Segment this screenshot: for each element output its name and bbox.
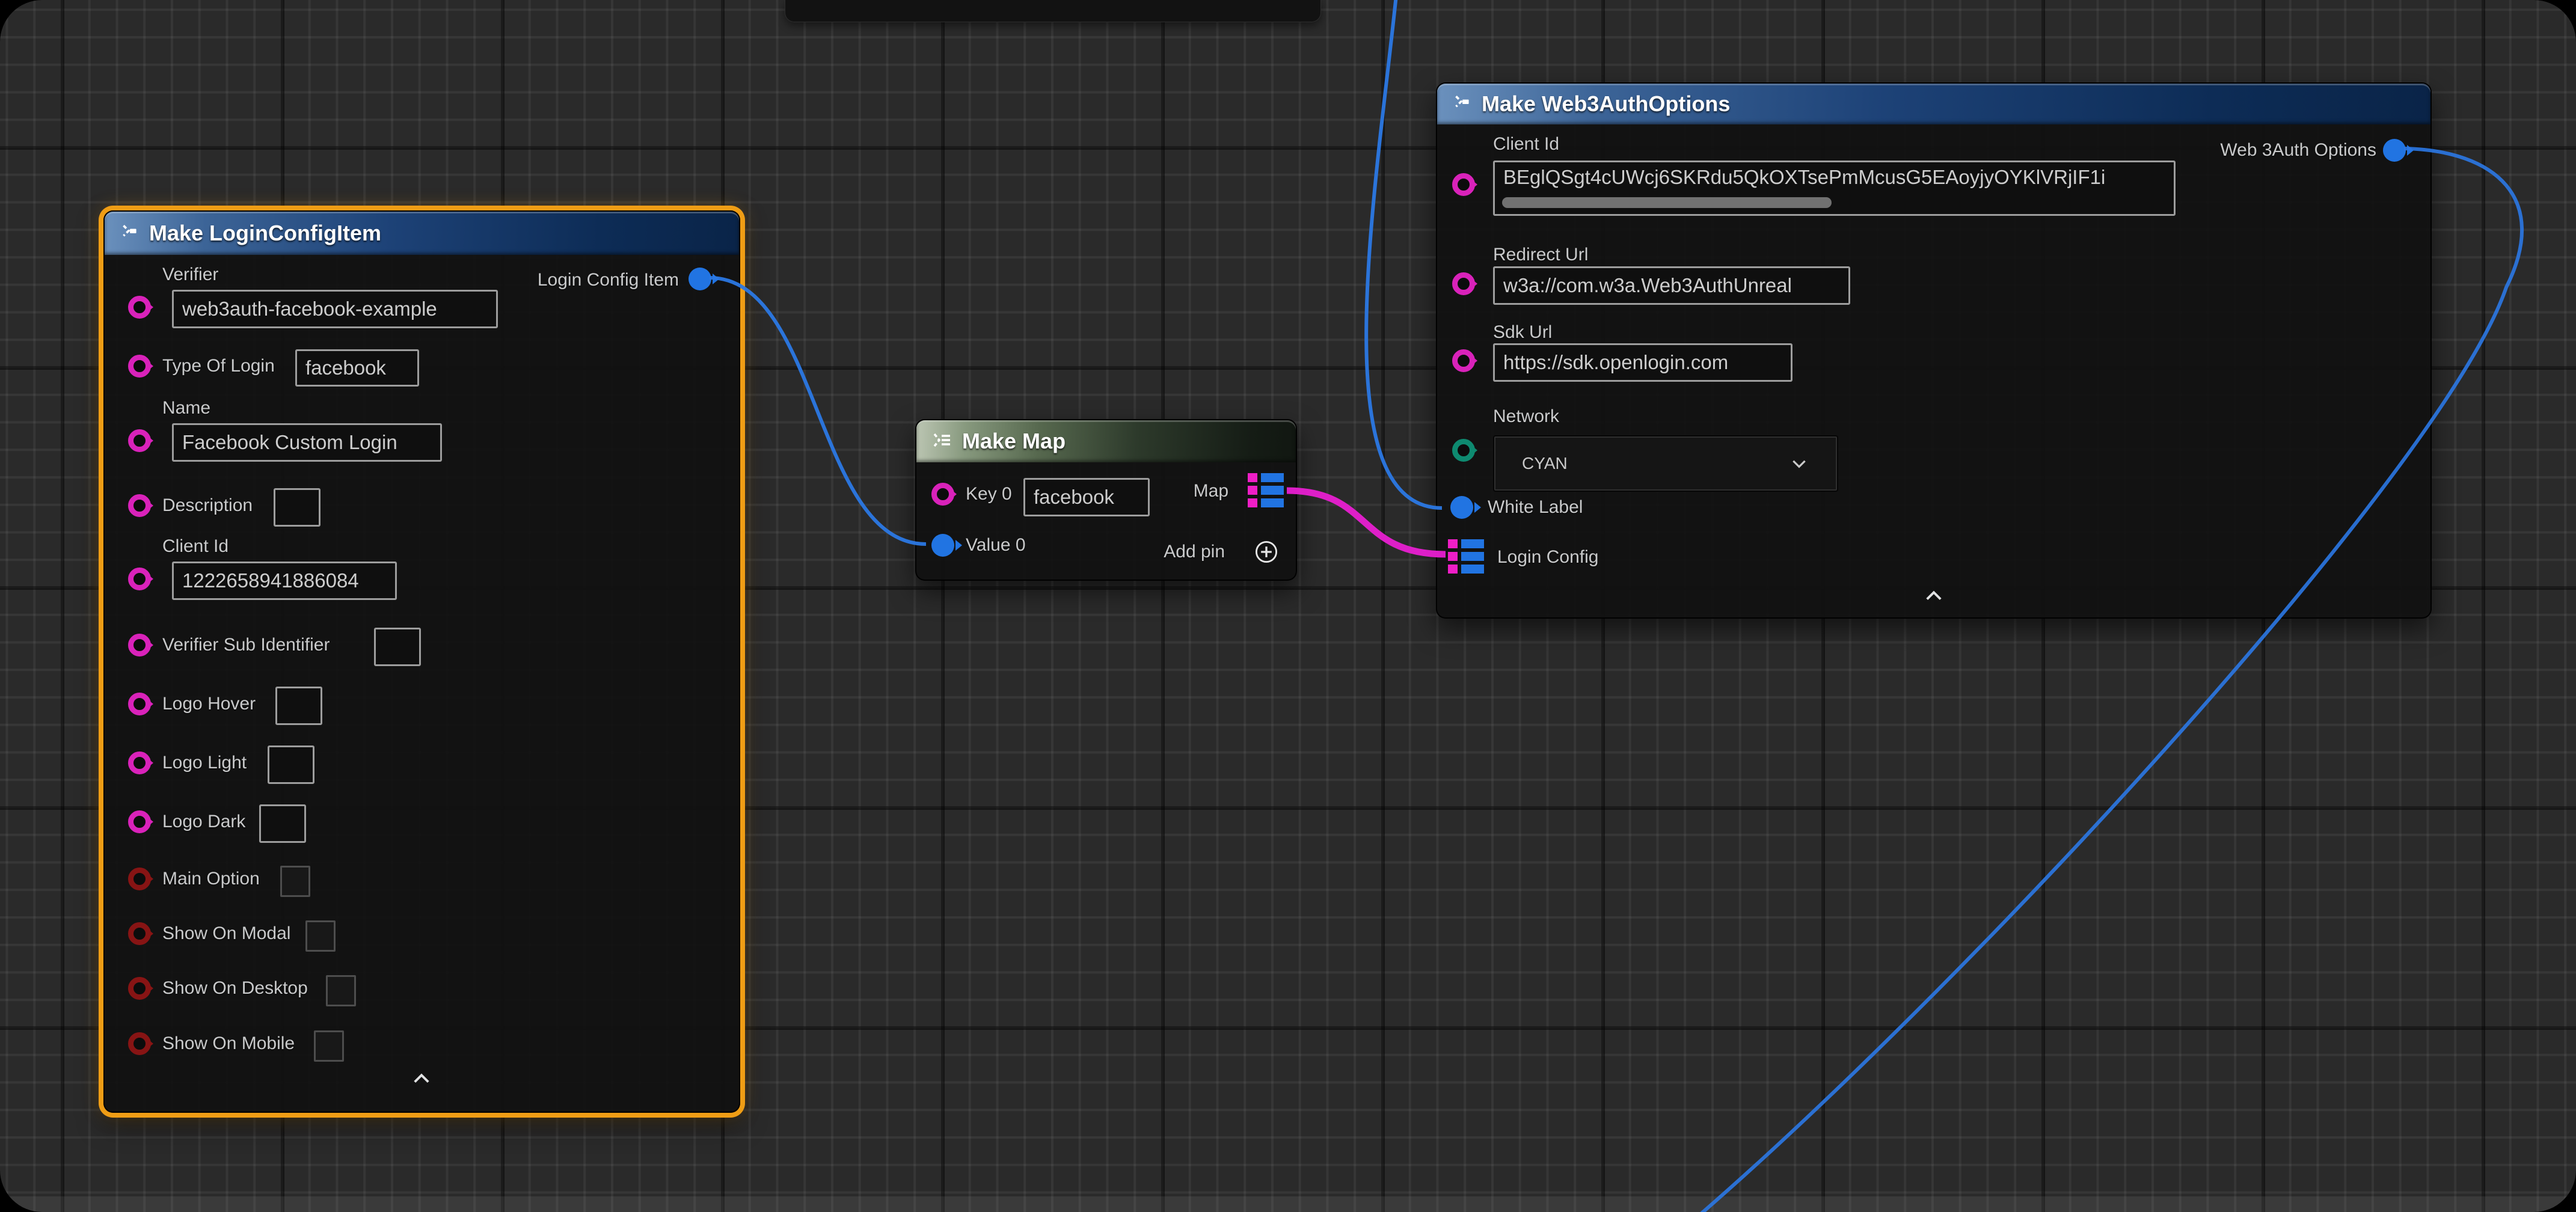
- input-pin-client-id[interactable]: [128, 568, 151, 590]
- input-pin-verifier-sub-identifier[interactable]: [128, 634, 151, 656]
- output-pin-label: Login Config Item: [538, 269, 679, 292]
- node-title: Make Map: [962, 429, 1066, 454]
- make-struct-icon: [118, 222, 141, 245]
- input-pin-show-on-desktop[interactable]: [128, 977, 151, 1000]
- node-title: Make Web3AuthOptions: [1482, 91, 1730, 117]
- verifier-field[interactable]: web3auth-facebook-example: [172, 290, 498, 328]
- wire-offscreen-to-white-label[interactable]: [1366, 0, 1442, 508]
- input-pin-logo-light[interactable]: [128, 751, 151, 774]
- show-on-desktop-checkbox[interactable]: [326, 975, 356, 1006]
- input-pin-client-id[interactable]: [1452, 173, 1475, 196]
- input-pin-login-config[interactable]: [1448, 539, 1484, 574]
- input-pin-value-0[interactable]: [931, 534, 954, 557]
- pin-label: Type Of Login: [162, 355, 275, 378]
- node-header[interactable]: Make Web3AuthOptions: [1437, 84, 2430, 124]
- make-struct-icon: [1450, 93, 1473, 115]
- blueprint-graph-canvas[interactable]: Make LoginConfigItem Login Config Item V…: [0, 0, 2576, 1212]
- pin-label: Main Option: [162, 868, 260, 890]
- wire-map-to-login-config[interactable]: [1287, 491, 1446, 554]
- type-of-login-field[interactable]: facebook: [295, 349, 419, 387]
- collapse-chevron-icon[interactable]: [1923, 587, 1945, 607]
- collapse-chevron-icon[interactable]: [411, 1070, 432, 1090]
- input-pin-description[interactable]: [128, 494, 151, 517]
- add-pin-icon[interactable]: [1254, 539, 1279, 565]
- pin-label: Show On Modal: [162, 922, 290, 945]
- input-pin-network[interactable]: [1452, 439, 1475, 462]
- pin-label: Client Id: [162, 535, 228, 558]
- field-scrollbar[interactable]: [1502, 197, 1832, 208]
- node-make-map[interactable]: Make Map Key 0 facebook Map Value 0 Add …: [915, 419, 1297, 581]
- output-pin-web3auth-options[interactable]: [2383, 139, 2406, 162]
- name-field[interactable]: Facebook Custom Login: [172, 423, 442, 462]
- pin-label: Redirect Url: [1493, 243, 1588, 266]
- input-pin-main-option[interactable]: [128, 868, 151, 890]
- network-value: CYAN: [1522, 454, 1568, 473]
- pin-label: Network: [1493, 405, 1559, 428]
- pin-label: Name: [162, 397, 210, 420]
- show-on-modal-checkbox[interactable]: [305, 920, 336, 952]
- pin-label: White Label: [1488, 496, 1583, 519]
- redirect-url-field[interactable]: w3a://com.w3a.Web3AuthUnreal: [1493, 266, 1850, 305]
- pin-label: Client Id: [1493, 133, 1559, 156]
- make-map-icon: [930, 430, 954, 452]
- input-pin-show-on-modal[interactable]: [128, 922, 151, 945]
- logo-light-field[interactable]: [268, 745, 314, 784]
- node-header[interactable]: Make LoginConfigItem: [105, 212, 739, 255]
- input-pin-white-label[interactable]: [1450, 496, 1473, 519]
- chevron-down-icon: [1790, 456, 1808, 471]
- node-title: Make LoginConfigItem: [149, 221, 381, 246]
- output-pin-label: Map: [1194, 480, 1228, 503]
- input-pin-redirect-url[interactable]: [1452, 272, 1475, 295]
- show-on-mobile-checkbox[interactable]: [314, 1030, 344, 1062]
- pin-label: Show On Desktop: [162, 977, 308, 1000]
- description-field[interactable]: [274, 488, 320, 527]
- pin-label: Login Config: [1497, 546, 1598, 569]
- pin-label: Verifier Sub Identifier: [162, 634, 330, 656]
- pin-label: Show On Mobile: [162, 1032, 295, 1055]
- canvas-bottom-band: [0, 1196, 2576, 1212]
- client-id-field[interactable]: 1222658941886084: [172, 562, 397, 600]
- network-dropdown[interactable]: CYAN: [1493, 435, 1838, 492]
- output-pin-map[interactable]: [1248, 473, 1284, 507]
- offscreen-node-edge[interactable]: [785, 0, 1321, 22]
- pin-label: Description: [162, 494, 253, 517]
- pin-label: Key 0: [966, 483, 1012, 506]
- node-make-web3authoptions[interactable]: Make Web3AuthOptions Web 3Auth Options C…: [1436, 82, 2432, 619]
- wire-login-config-item-to-value0[interactable]: [710, 278, 926, 544]
- logo-dark-field[interactable]: [259, 804, 306, 843]
- node-make-loginconfigitem[interactable]: Make LoginConfigItem Login Config Item V…: [103, 210, 740, 1113]
- client-id-value: BEglQSgt4cUWcj6SKRdu5QkOXTsePmMcusG5EAoy…: [1503, 166, 2105, 189]
- node-header[interactable]: Make Map: [916, 420, 1296, 462]
- client-id-field[interactable]: BEglQSgt4cUWcj6SKRdu5QkOXTsePmMcusG5EAoy…: [1493, 161, 2176, 216]
- input-pin-sdk-url[interactable]: [1452, 349, 1475, 372]
- main-option-checkbox[interactable]: [280, 866, 310, 897]
- pin-label: Logo Hover: [162, 693, 256, 715]
- input-pin-key-0[interactable]: [931, 483, 954, 506]
- input-pin-name[interactable]: [128, 429, 151, 452]
- pin-label: Logo Dark: [162, 810, 245, 833]
- logo-hover-field[interactable]: [275, 687, 322, 725]
- input-pin-logo-dark[interactable]: [128, 810, 151, 833]
- input-pin-show-on-mobile[interactable]: [128, 1032, 151, 1055]
- pin-label: Sdk Url: [1493, 321, 1552, 344]
- pin-label: Logo Light: [162, 751, 247, 774]
- pin-label: Value 0: [966, 534, 1026, 557]
- input-pin-type-of-login[interactable]: [128, 355, 151, 378]
- input-pin-verifier[interactable]: [128, 296, 151, 319]
- input-pin-logo-hover[interactable]: [128, 693, 151, 715]
- output-pin-login-config-item[interactable]: [688, 268, 711, 290]
- output-pin-label: Web 3Auth Options: [2220, 139, 2376, 162]
- add-pin-label[interactable]: Add pin: [1164, 540, 1225, 563]
- verifier-sub-identifier-field[interactable]: [374, 628, 421, 666]
- sdk-url-field[interactable]: https://sdk.openlogin.com: [1493, 343, 1792, 382]
- key-0-field[interactable]: facebook: [1023, 478, 1150, 516]
- pin-label: Verifier: [162, 263, 218, 286]
